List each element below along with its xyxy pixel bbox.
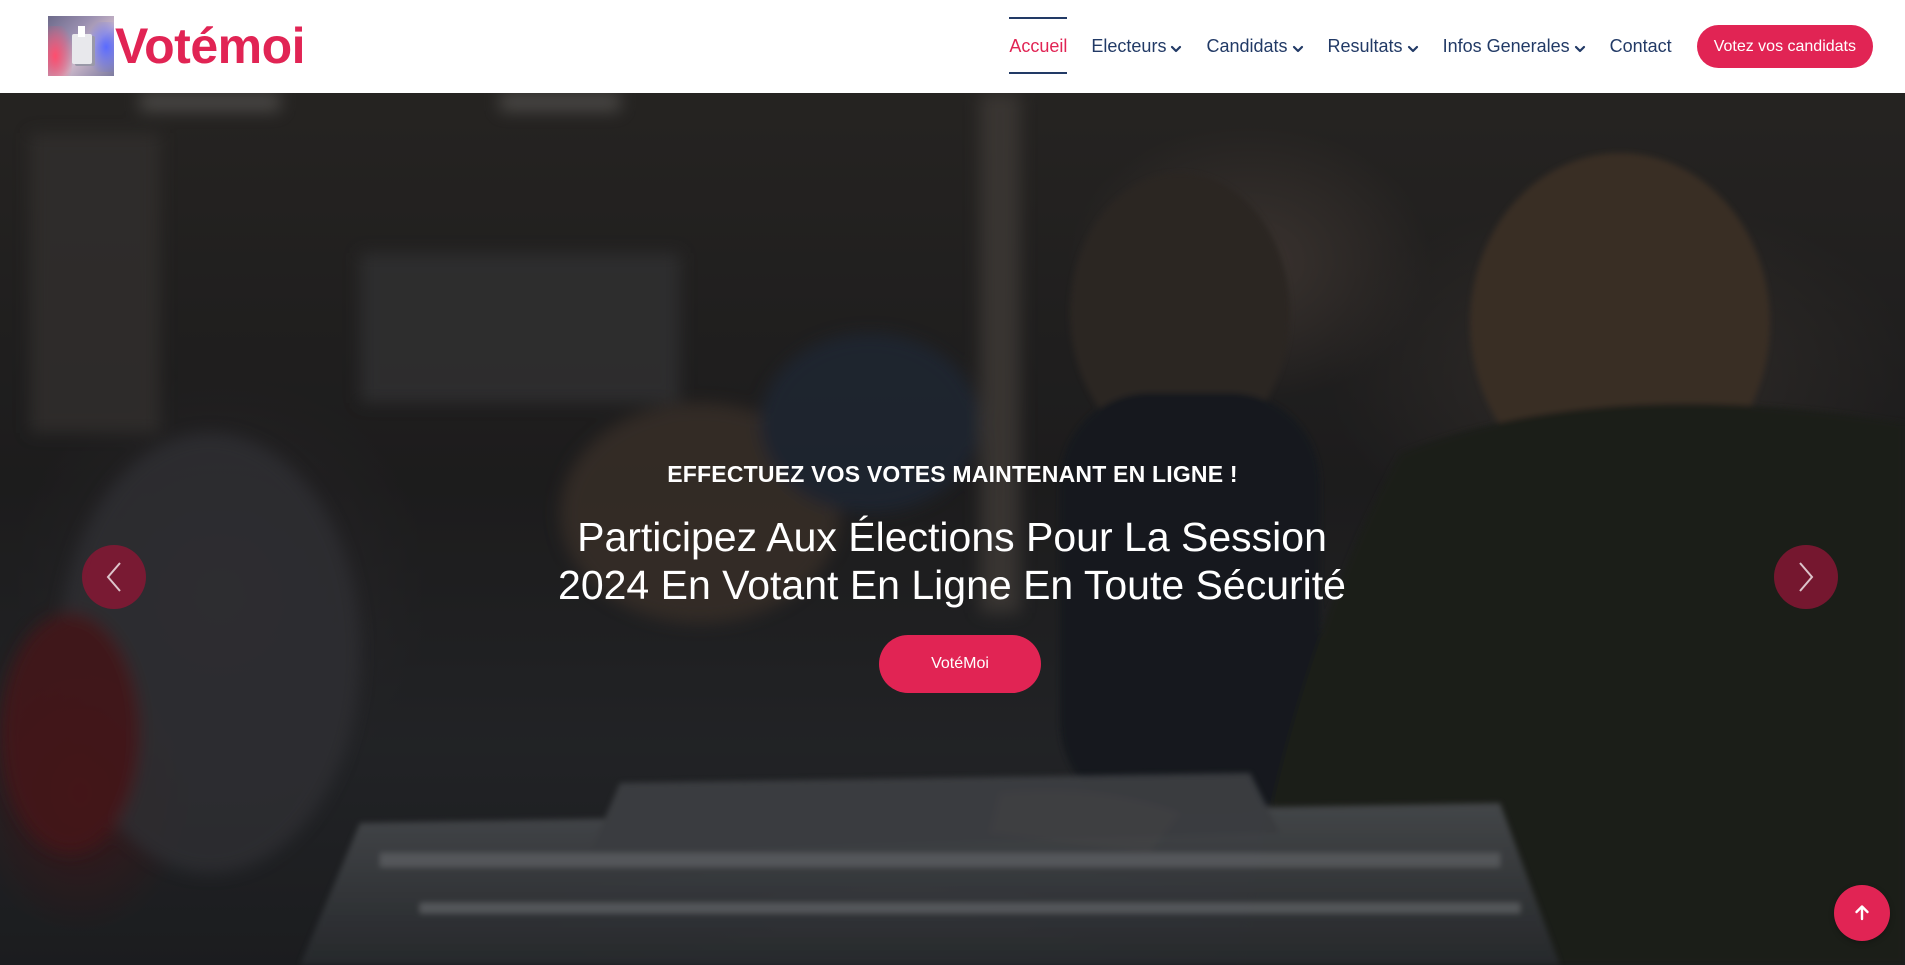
chevron-down-icon [1574,45,1585,52]
main-nav: Accueil Electeurs Candidats Resultats In… [997,0,1873,93]
nav-item-electeurs[interactable]: Electeurs [1079,0,1194,93]
vote-now-button[interactable]: VotéMoi [879,635,1041,693]
carousel-next-button[interactable] [1774,545,1838,609]
nav-item-label: Infos Generales [1442,36,1570,56]
hero-title-line: Participez Aux Élections Pour La Session [577,514,1327,560]
chevron-down-icon [1171,45,1182,52]
site-header: Votémoi Accueil Electeurs Candidats Resu… [0,0,1905,93]
hero-title-line: 2024 En Votant En Ligne En Toute Sécurit… [558,562,1346,608]
nav-item-label: Resultats [1327,36,1403,56]
nav-item-label: Candidats [1206,36,1288,56]
nav-item-infos-generales[interactable]: Infos Generales [1431,0,1598,93]
nav-item-label: Contact [1609,36,1672,56]
nav-item-accueil[interactable]: Accueil [997,0,1079,93]
vote-candidates-button[interactable]: Votez vos candidats [1696,25,1873,68]
nav-item-candidats[interactable]: Candidats [1194,0,1315,93]
nav-item-label: Electeurs [1091,36,1167,56]
carousel-prev-button[interactable] [82,545,146,609]
nav-item-label: Accueil [1009,36,1068,56]
hero-subtitle: EFFECTUEZ VOS VOTES MAINTENANT EN LIGNE … [667,461,1238,487]
arrow-up-icon [1855,905,1869,921]
brand-name: Votémoi [115,18,306,74]
chevron-down-icon [1407,45,1418,52]
hero-title: Participez Aux Élections Pour La Session… [452,513,1452,609]
nav-item-contact[interactable]: Contact [1598,0,1684,93]
ballot-box-icon [48,16,114,76]
chevron-right-icon [1799,562,1814,592]
hero-carousel: EFFECTUEZ VOS VOTES MAINTENANT EN LIGNE … [0,93,1905,965]
chevron-left-icon [106,562,121,592]
brand-logo-link[interactable]: Votémoi [48,16,306,76]
nav-item-resultats[interactable]: Resultats [1316,0,1431,93]
back-to-top-button[interactable] [1834,885,1890,941]
chevron-down-icon [1292,45,1303,52]
